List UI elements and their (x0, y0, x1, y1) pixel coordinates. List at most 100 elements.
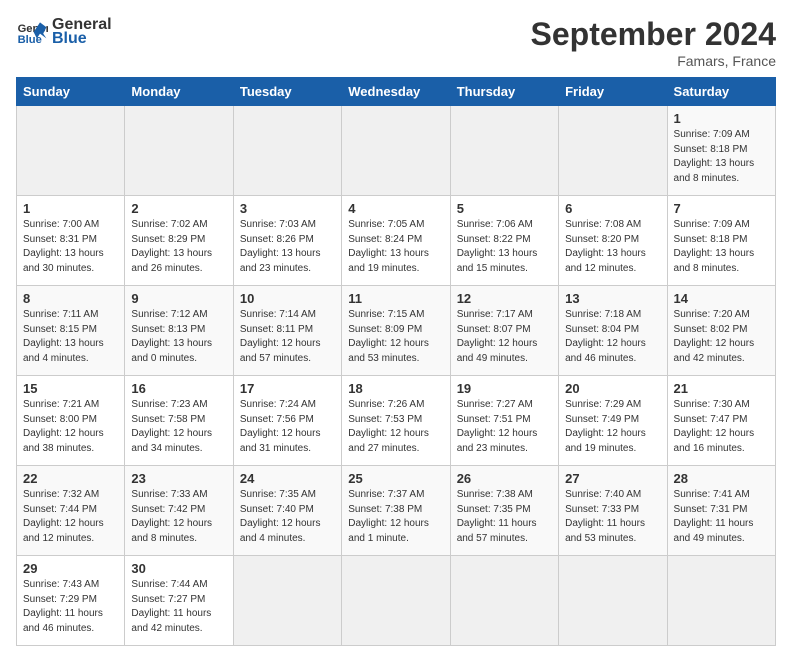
calendar-cell: 25 Sunrise: 7:37 AMSunset: 7:38 PMDayligh… (342, 466, 450, 556)
calendar-table: SundayMondayTuesdayWednesdayThursdayFrid… (16, 77, 776, 646)
calendar-cell: 17 Sunrise: 7:24 AMSunset: 7:56 PMDayligh… (233, 376, 341, 466)
day-number: 10 (240, 291, 335, 306)
day-detail: Sunrise: 7:00 AMSunset: 8:31 PMDaylight:… (23, 218, 118, 276)
col-header-tuesday: Tuesday (233, 78, 341, 106)
calendar-cell: 12Sunrise: 7:17 AMSunset: 8:07 PMDayligh… (450, 286, 558, 376)
day-number: 15 (23, 381, 118, 396)
header: General Blue General Blue September 2024… (16, 16, 776, 69)
day-number: 13 (565, 291, 660, 306)
day-number: 25 (348, 471, 443, 486)
col-header-wednesday: Wednesday (342, 78, 450, 106)
day-number: 28 (674, 471, 769, 486)
calendar-cell (559, 106, 667, 196)
day-number: 8 (23, 291, 118, 306)
col-header-sunday: Sunday (17, 78, 125, 106)
calendar-cell: 10 Sunrise: 7:14 AMSunset: 8:11 PMDayligh… (233, 286, 341, 376)
day-detail: Sunrise: 7:24 AMSunset: 7:56 PMDaylight:… (240, 398, 335, 456)
calendar-cell: 9 Sunrise: 7:12 AMSunset: 8:13 PMDaylight… (125, 286, 233, 376)
day-detail: Sunrise: 7:18 AMSunset: 8:04 PMDaylight:… (565, 308, 660, 366)
day-detail: Sunrise: 7:30 AMSunset: 7:47 PMDaylight:… (674, 398, 769, 456)
day-number: 27 (565, 471, 660, 486)
calendar-cell (667, 556, 775, 646)
day-detail: Sunrise: 7:12 AMSunset: 8:13 PMDaylight:… (131, 308, 226, 366)
day-detail: Sunrise: 7:41 AMSunset: 7:31 PMDaylight:… (674, 488, 769, 546)
calendar-week-1: 1Sunrise: 7:09 AMSunset: 8:18 PMDaylight… (17, 106, 776, 196)
calendar-cell (450, 106, 558, 196)
day-number: 5 (457, 201, 552, 216)
day-detail: Sunrise: 7:14 AMSunset: 8:11 PMDaylight:… (240, 308, 335, 366)
calendar-cell: 22 Sunrise: 7:32 AMSunset: 7:44 PMDayligh… (17, 466, 125, 556)
calendar-cell: 24Sunrise: 7:35 AMSunset: 7:40 PMDayligh… (233, 466, 341, 556)
day-detail: Sunrise: 7:32 AMSunset: 7:44 PMDaylight:… (23, 488, 118, 546)
day-number: 3 (240, 201, 335, 216)
calendar-cell: 1Sunrise: 7:09 AMSunset: 8:18 PMDaylight… (667, 106, 775, 196)
calendar-cell: 5Sunrise: 7:06 AMSunset: 8:22 PMDaylight… (450, 196, 558, 286)
day-number: 7 (674, 201, 769, 216)
day-detail: Sunrise: 7:08 AMSunset: 8:20 PMDaylight:… (565, 218, 660, 276)
calendar-cell (233, 106, 341, 196)
calendar-cell: 26Sunrise: 7:38 AMSunset: 7:35 PMDayligh… (450, 466, 558, 556)
day-detail: Sunrise: 7:09 AMSunset: 8:18 PMDaylight:… (674, 218, 769, 276)
day-number: 29 (23, 561, 118, 576)
calendar-cell: 13 Sunrise: 7:18 AMSunset: 8:04 PMDayligh… (559, 286, 667, 376)
calendar-cell: 30Sunrise: 7:44 AMSunset: 7:27 PMDayligh… (125, 556, 233, 646)
col-header-friday: Friday (559, 78, 667, 106)
day-number: 30 (131, 561, 226, 576)
day-number: 21 (674, 381, 769, 396)
calendar-cell: 19Sunrise: 7:27 AMSunset: 7:51 PMDayligh… (450, 376, 558, 466)
calendar-cell: 7 Sunrise: 7:09 AMSunset: 8:18 PMDaylight… (667, 196, 775, 286)
calendar-cell: 29Sunrise: 7:43 AMSunset: 7:29 PMDayligh… (17, 556, 125, 646)
col-header-thursday: Thursday (450, 78, 558, 106)
day-number: 1 (674, 111, 769, 126)
day-detail: Sunrise: 7:03 AMSunset: 8:26 PMDaylight:… (240, 218, 335, 276)
col-header-saturday: Saturday (667, 78, 775, 106)
logo-blue: Blue (52, 30, 112, 48)
calendar-cell: 16 Sunrise: 7:23 AMSunset: 7:58 PMDayligh… (125, 376, 233, 466)
calendar-cell: 4 Sunrise: 7:05 AMSunset: 8:24 PMDaylight… (342, 196, 450, 286)
day-number: 17 (240, 381, 335, 396)
calendar-week-4: 15Sunrise: 7:21 AMSunset: 8:00 PMDayligh… (17, 376, 776, 466)
day-number: 6 (565, 201, 660, 216)
day-number: 9 (131, 291, 226, 306)
day-detail: Sunrise: 7:38 AMSunset: 7:35 PMDaylight:… (457, 488, 552, 546)
col-header-monday: Monday (125, 78, 233, 106)
day-number: 22 (23, 471, 118, 486)
calendar-cell: 3 Sunrise: 7:03 AMSunset: 8:26 PMDaylight… (233, 196, 341, 286)
calendar-cell (342, 106, 450, 196)
day-number: 20 (565, 381, 660, 396)
day-number: 4 (348, 201, 443, 216)
calendar-cell: 20 Sunrise: 7:29 AMSunset: 7:49 PMDayligh… (559, 376, 667, 466)
calendar-cell: 6 Sunrise: 7:08 AMSunset: 8:20 PMDaylight… (559, 196, 667, 286)
calendar-cell: 8Sunrise: 7:11 AMSunset: 8:15 PMDaylight… (17, 286, 125, 376)
calendar-week-2: 1 Sunrise: 7:00 AMSunset: 8:31 PMDaylight… (17, 196, 776, 286)
day-detail: Sunrise: 7:33 AMSunset: 7:42 PMDaylight:… (131, 488, 226, 546)
day-detail: Sunrise: 7:37 AMSunset: 7:38 PMDaylight:… (348, 488, 443, 546)
calendar-cell: 14Sunrise: 7:20 AMSunset: 8:02 PMDayligh… (667, 286, 775, 376)
day-number: 12 (457, 291, 552, 306)
day-detail: Sunrise: 7:29 AMSunset: 7:49 PMDaylight:… (565, 398, 660, 456)
day-number: 1 (23, 201, 118, 216)
day-number: 23 (131, 471, 226, 486)
day-number: 16 (131, 381, 226, 396)
day-detail: Sunrise: 7:35 AMSunset: 7:40 PMDaylight:… (240, 488, 335, 546)
day-number: 14 (674, 291, 769, 306)
calendar-cell: 28 Sunrise: 7:41 AMSunset: 7:31 PMDayligh… (667, 466, 775, 556)
day-detail: Sunrise: 7:05 AMSunset: 8:24 PMDaylight:… (348, 218, 443, 276)
calendar-cell (342, 556, 450, 646)
day-detail: Sunrise: 7:23 AMSunset: 7:58 PMDaylight:… (131, 398, 226, 456)
calendar-cell: 2 Sunrise: 7:02 AMSunset: 8:29 PMDaylight… (125, 196, 233, 286)
calendar-cell: 15Sunrise: 7:21 AMSunset: 8:00 PMDayligh… (17, 376, 125, 466)
day-detail: Sunrise: 7:02 AMSunset: 8:29 PMDaylight:… (131, 218, 226, 276)
day-detail: Sunrise: 7:40 AMSunset: 7:33 PMDaylight:… (565, 488, 660, 546)
day-number: 2 (131, 201, 226, 216)
calendar-week-6: 29Sunrise: 7:43 AMSunset: 7:29 PMDayligh… (17, 556, 776, 646)
day-detail: Sunrise: 7:27 AMSunset: 7:51 PMDaylight:… (457, 398, 552, 456)
calendar-cell (233, 556, 341, 646)
location: Famars, France (531, 53, 776, 69)
logo: General Blue General Blue (16, 16, 112, 48)
logo-icon: General Blue (16, 16, 48, 48)
calendar-cell: 21 Sunrise: 7:30 AMSunset: 7:47 PMDayligh… (667, 376, 775, 466)
calendar-week-3: 8Sunrise: 7:11 AMSunset: 8:15 PMDaylight… (17, 286, 776, 376)
calendar-cell (125, 106, 233, 196)
calendar-cell: 1 Sunrise: 7:00 AMSunset: 8:31 PMDaylight… (17, 196, 125, 286)
